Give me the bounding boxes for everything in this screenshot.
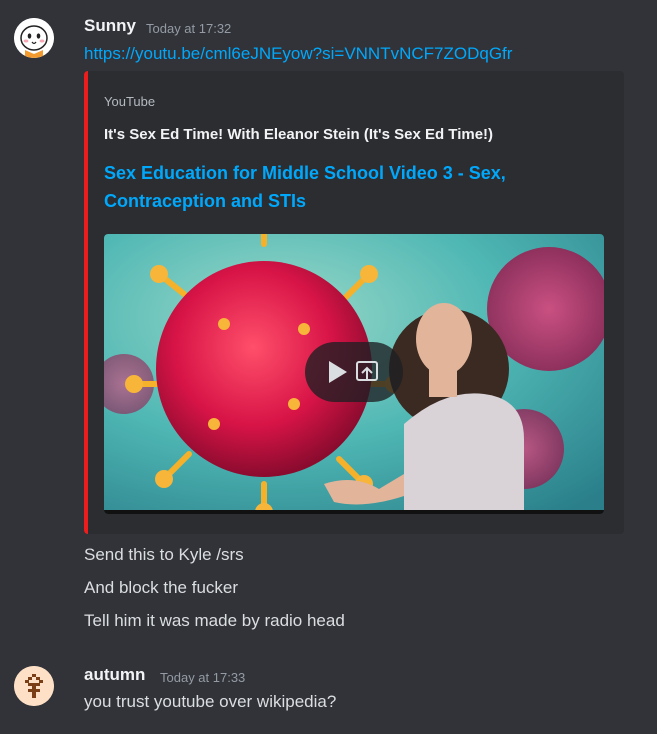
avatar[interactable] <box>14 18 54 58</box>
message-text: Send this to Kyle /srs <box>84 545 244 564</box>
embed-title[interactable]: Sex Education for Middle School Video 3 … <box>104 159 584 215</box>
open-external-icon[interactable] <box>305 342 403 402</box>
message-group: autumn Today at 17:33 you trust youtube … <box>0 650 657 734</box>
play-button[interactable] <box>305 342 403 402</box>
message-text: And block the fucker <box>84 578 239 597</box>
author-name[interactable]: autumn <box>84 665 145 685</box>
message-group: Sunny Today at 17:32 https://youtu.be/cm… <box>0 0 657 650</box>
sunny-avatar <box>14 18 54 58</box>
message-text: you trust youtube over wikipedia? <box>84 692 337 711</box>
message-timestamp[interactable]: Today at 17:32 <box>146 21 231 36</box>
message-timestamp[interactable]: Today at 17:33 <box>160 670 245 685</box>
autumn-avatar <box>14 666 54 706</box>
video-thumbnail[interactable] <box>104 234 604 514</box>
message-text: Tell him it was made by radio head <box>84 611 345 630</box>
message-link[interactable]: https://youtu.be/cml6eJNEyow?si=VNNTvNCF… <box>84 44 512 64</box>
embed-author[interactable]: It's Sex Ed Time! With Eleanor Stein (It… <box>104 126 493 143</box>
link-embed: YouTube It's Sex Ed Time! With Eleanor S… <box>84 71 624 534</box>
author-name[interactable]: Sunny <box>84 16 136 36</box>
embed-provider: YouTube <box>104 94 156 109</box>
avatar[interactable] <box>14 666 54 706</box>
